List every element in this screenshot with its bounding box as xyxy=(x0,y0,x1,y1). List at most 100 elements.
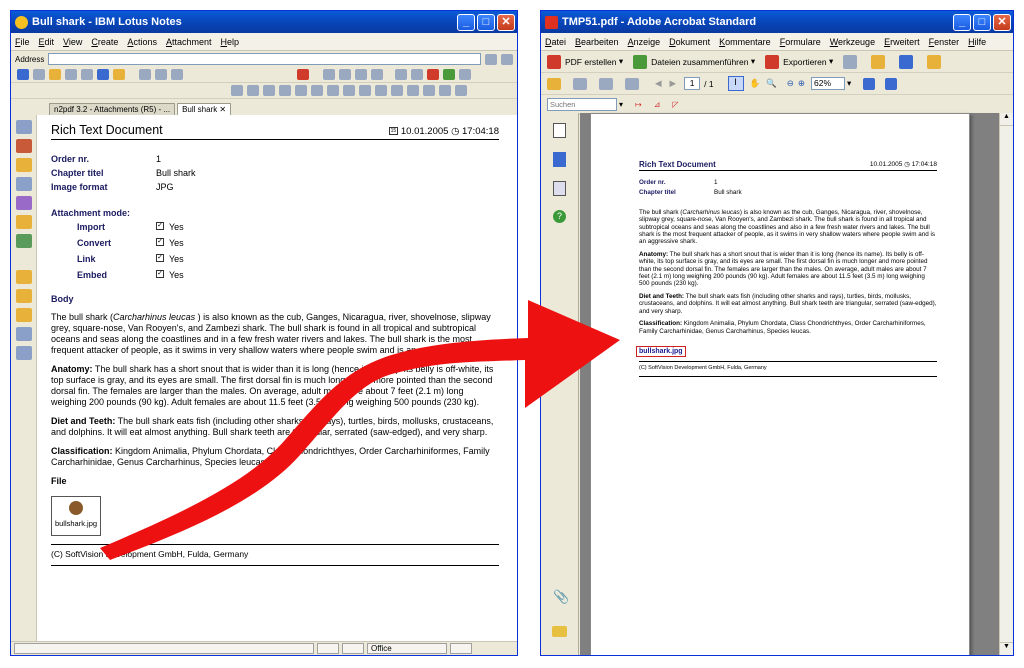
pages-panel-icon[interactable] xyxy=(553,123,566,138)
open-icon[interactable] xyxy=(547,77,561,90)
page-number-input[interactable]: 1 xyxy=(684,77,701,90)
delete-icon[interactable] xyxy=(297,69,309,80)
zoom-dropdown-icon[interactable]: ▾ xyxy=(847,78,851,89)
find-icon[interactable] xyxy=(459,69,471,80)
minimize-icon[interactable]: _ xyxy=(953,13,971,31)
collapse-icon[interactable] xyxy=(247,85,259,96)
menu-attachment[interactable]: Attachment xyxy=(166,37,212,47)
navigate-prev-icon[interactable] xyxy=(295,85,307,96)
file-attachment[interactable]: bullshark.jpg xyxy=(51,496,101,536)
menu-werkzeuge[interactable]: Werkzeuge xyxy=(830,37,875,47)
polyline-tool-icon[interactable]: ◸ xyxy=(672,100,678,109)
paste-icon[interactable] xyxy=(355,69,367,80)
menu-erweitert[interactable]: Erweitert xyxy=(884,37,920,47)
menu-edit[interactable]: Edit xyxy=(39,37,55,47)
menu-bearbeiten[interactable]: Bearbeiten xyxy=(575,37,619,47)
menu-create[interactable]: Create xyxy=(91,37,118,47)
sign-icon[interactable] xyxy=(899,54,914,69)
menu-file[interactable]: File xyxy=(15,37,30,47)
zoom-out-icon[interactable]: ⊖ xyxy=(787,78,794,89)
favorites-bookmark-icon[interactable] xyxy=(15,234,32,248)
nav-down-icon[interactable] xyxy=(327,85,339,96)
menu-actions[interactable]: Actions xyxy=(127,37,157,47)
internet-bookmark-icon[interactable] xyxy=(15,346,32,360)
folder-move-icon[interactable] xyxy=(359,85,371,96)
tab-n2pdf-attachments[interactable]: n2pdf 3.2 - Attachments (R5) - ... xyxy=(49,103,176,115)
table-icon[interactable] xyxy=(439,85,451,96)
search-dropdown-icon[interactable]: ▾ xyxy=(619,100,623,109)
comment-icon[interactable] xyxy=(155,69,167,80)
open-folder-icon[interactable] xyxy=(49,69,61,80)
view-icon[interactable] xyxy=(391,85,403,96)
zoom-in-icon[interactable]: ⊕ xyxy=(798,78,805,89)
format-icon[interactable] xyxy=(371,69,383,80)
embed-checkbox[interactable]: ✓ xyxy=(156,270,164,278)
databases-bookmark-icon[interactable] xyxy=(15,270,32,284)
status-key-icon[interactable] xyxy=(342,643,364,654)
applications-bookmark-icon[interactable] xyxy=(15,327,32,341)
user-icon[interactable] xyxy=(113,69,125,80)
mail-bookmark-icon[interactable] xyxy=(15,139,32,153)
pdf-create-button[interactable]: PDF erstellen ▾ xyxy=(547,54,623,69)
history-bookmark-icon[interactable] xyxy=(15,308,32,322)
link-checkbox[interactable]: ✓ xyxy=(156,254,164,262)
home-bookmark-icon[interactable] xyxy=(15,120,32,134)
menu-fenster[interactable]: Fenster xyxy=(929,37,960,47)
replicate-icon[interactable] xyxy=(97,69,109,80)
unread-icon[interactable] xyxy=(343,85,355,96)
forms-icon[interactable] xyxy=(927,54,942,69)
status-mail-icon[interactable] xyxy=(450,643,472,654)
chat-icon[interactable] xyxy=(139,69,151,80)
acrobat-titlebar[interactable]: TMP51.pdf - Adobe Acrobat Standard _ □ ✕ xyxy=(541,11,1013,33)
zoom-icon[interactable] xyxy=(407,85,419,96)
address-book-bookmark-icon[interactable] xyxy=(15,177,32,191)
nav-up-icon[interactable] xyxy=(311,85,323,96)
polygon-tool-icon[interactable]: ⊿ xyxy=(654,100,661,109)
bookmark-icon[interactable] xyxy=(375,85,387,96)
review-icon[interactable] xyxy=(843,54,858,69)
status-location-icon[interactable] xyxy=(317,643,339,654)
cut-icon[interactable] xyxy=(323,69,335,80)
hand-tool-icon[interactable]: ✋ xyxy=(750,78,761,89)
zoom-tool-icon[interactable]: 🔍 xyxy=(766,78,777,89)
menu-datei[interactable]: Datei xyxy=(545,37,566,47)
go-icon[interactable] xyxy=(485,53,497,65)
print-icon[interactable] xyxy=(573,77,587,90)
more-bookmarks-icon[interactable] xyxy=(15,289,32,303)
menu-help[interactable]: Help xyxy=(221,37,240,47)
status-office[interactable]: Office xyxy=(367,643,447,654)
refresh-icon[interactable] xyxy=(17,69,29,80)
forward-icon[interactable] xyxy=(81,69,93,80)
stop-icon[interactable] xyxy=(427,69,439,80)
expand-icon[interactable] xyxy=(231,85,243,96)
email-icon[interactable] xyxy=(625,77,639,90)
binoculars-icon[interactable] xyxy=(423,85,435,96)
replication-bookmark-icon[interactable] xyxy=(15,215,32,229)
comments-panel-icon[interactable] xyxy=(552,626,567,637)
line-tool-icon[interactable]: ↦ xyxy=(635,100,642,109)
copy-icon[interactable] xyxy=(339,69,351,80)
vertical-scrollbar[interactable]: ▲ ▼ xyxy=(999,113,1013,655)
search-input[interactable] xyxy=(547,98,617,111)
minimize-icon[interactable]: _ xyxy=(457,13,475,31)
refresh-page-icon[interactable] xyxy=(443,69,455,80)
bookmarks-panel-icon[interactable] xyxy=(553,152,566,167)
prev-page-icon[interactable]: ◀ xyxy=(655,78,662,89)
help-panel-icon[interactable]: ? xyxy=(553,210,566,223)
maximize-icon[interactable]: □ xyxy=(477,13,495,31)
secure-icon[interactable] xyxy=(871,54,886,69)
scroll-down-icon[interactable]: ▼ xyxy=(1000,642,1013,655)
maximize-icon[interactable]: □ xyxy=(973,13,991,31)
print-icon[interactable] xyxy=(33,69,45,80)
search-icon[interactable] xyxy=(501,53,513,65)
convert-checkbox[interactable]: ✓ xyxy=(156,238,164,246)
select-tool-icon[interactable]: I xyxy=(727,76,744,91)
tab-bull-shark[interactable]: Bull shark ✕ xyxy=(177,103,232,115)
scroll-up-icon[interactable]: ▲ xyxy=(1000,113,1013,126)
menu-formulare[interactable]: Formulare xyxy=(780,37,821,47)
menu-dokument[interactable]: Dokument xyxy=(669,37,710,47)
todo-bookmark-icon[interactable] xyxy=(15,196,32,210)
zoom-level-select[interactable]: 62% xyxy=(810,77,845,90)
menu-anzeige[interactable]: Anzeige xyxy=(628,37,661,47)
attachments-panel-icon[interactable]: 📎 xyxy=(553,589,569,605)
